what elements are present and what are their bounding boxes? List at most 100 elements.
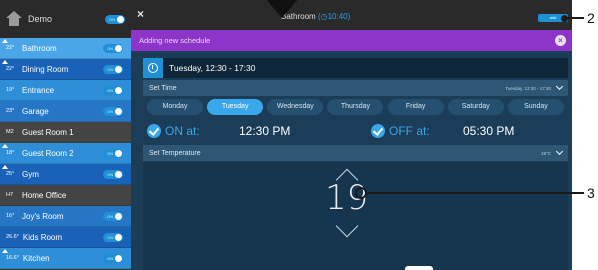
sidebar-room-item[interactable]: 16.6° Kitchen ON: [0, 248, 131, 269]
sidebar-room-item[interactable]: 19° Entrance ON: [0, 80, 131, 101]
trend-up-icon: [2, 165, 8, 169]
sidebar-room-item[interactable]: H7 Home Office: [0, 185, 131, 206]
banner-close-icon[interactable]: ×: [555, 35, 566, 46]
toggle-knob: [117, 15, 124, 23]
room-time: 10:40: [327, 12, 348, 21]
day-friday[interactable]: Friday: [387, 99, 444, 115]
schedule-summary[interactable]: Tuesday, 12:30 - 17:30: [143, 58, 568, 78]
temperature-picker: 19: [143, 162, 568, 270]
pointer-arrow-icon: [265, 0, 299, 18]
chevron-down-icon: [555, 147, 564, 156]
sidebar-room-item[interactable]: 22° Dining Room ON: [0, 59, 131, 80]
room-toggle[interactable]: ON: [103, 211, 123, 221]
room-name: Kids Room: [22, 232, 63, 242]
sidebar-room-item[interactable]: 25° Gym ON: [0, 164, 131, 185]
trend-up-icon: [2, 249, 8, 253]
toggle-knob: [115, 149, 122, 157]
room-toggle[interactable]: ON: [103, 232, 123, 242]
off-check-icon[interactable]: [371, 124, 385, 138]
set-time-header[interactable]: Set Time Tuesday, 12:30 - 17:30: [143, 80, 568, 96]
room-toggle[interactable]: ON: [103, 85, 123, 95]
room-toggle[interactable]: ON: [103, 106, 123, 116]
day-thursday[interactable]: Thursday: [327, 99, 384, 115]
off-label: OFF at:: [389, 124, 430, 138]
room-temp-badge: 19°: [6, 87, 15, 93]
scroll-handle[interactable]: [405, 266, 433, 270]
on-time[interactable]: 12:30 PM: [239, 124, 367, 138]
sidebar-room-item[interactable]: 26.6° Kids Room ON: [0, 227, 131, 248]
clock-icon-box: [143, 58, 163, 78]
toggle-label: ON: [107, 213, 113, 219]
toggle-label: ON: [107, 171, 113, 177]
room-name: Gym: [22, 169, 39, 179]
set-temperature-header[interactable]: Set Temperature 19°C: [143, 145, 568, 161]
room-temp-badge: 23°: [6, 108, 15, 114]
room-toggle[interactable]: ON: [103, 253, 123, 263]
room-sidebar: Demo ON 22° Bathroom ON 22° Dining Room ON 19°…: [0, 0, 131, 270]
toggle-label: ON: [107, 255, 113, 261]
room-name: Entrance: [22, 85, 55, 95]
home-icon: [6, 11, 22, 27]
master-toggle[interactable]: ON: [105, 14, 125, 24]
toggle-label: ON: [107, 234, 113, 240]
room-temp-badge: 22°: [6, 66, 15, 72]
room-name: Dining Room: [22, 64, 69, 74]
toggle-label: ON: [107, 108, 113, 114]
set-temperature-value: 19°C: [540, 150, 551, 156]
room-temp-badge: 26.6°: [6, 234, 19, 240]
day-sunday[interactable]: Sunday: [507, 99, 564, 115]
room-temp-badge: M2: [6, 129, 14, 135]
callout-3-line: [366, 192, 584, 194]
sidebar-room-item[interactable]: 16° Joy's Room ON: [0, 206, 131, 227]
sidebar-room-item[interactable]: 23° Garage ON: [0, 101, 131, 122]
day-selector: Monday Tuesday Wednesday Thursday Friday Satu…: [143, 99, 568, 117]
toggle-label: ON: [109, 16, 115, 22]
room-temp-badge: 25°: [6, 171, 15, 177]
day-wednesday[interactable]: Wednesday: [267, 99, 324, 115]
toggle-label: ON: [107, 150, 113, 156]
sidebar-room-item[interactable]: 18° Guest Room 2 ON: [0, 143, 131, 164]
sidebar-header[interactable]: Demo ON: [0, 0, 131, 38]
callout-2-line: [566, 17, 584, 19]
day-tuesday[interactable]: Tuesday: [207, 99, 264, 115]
room-name: Guest Room 2: [22, 148, 74, 158]
room-name: Guest Room 1: [22, 127, 74, 137]
day-saturday[interactable]: Saturday: [447, 99, 504, 115]
toggle-knob: [115, 170, 122, 178]
toggle-knob: [115, 212, 122, 220]
close-icon[interactable]: ×: [137, 8, 144, 20]
toggle-knob: [115, 233, 122, 241]
callout-3-number: 3: [587, 185, 595, 201]
day-monday[interactable]: Monday: [147, 99, 203, 115]
room-temp-badge: 16.6°: [6, 255, 19, 261]
trend-up-icon: [2, 39, 8, 43]
toggle-knob: [115, 44, 122, 52]
toggle-label: ON: [107, 66, 113, 72]
room-toggle[interactable]: ON: [103, 169, 123, 179]
temp-down-icon[interactable]: [335, 214, 359, 238]
room-name: Joy's Room: [22, 211, 64, 221]
new-schedule-banner: Adding new schedule ×: [131, 30, 572, 51]
room-toggle[interactable]: ON: [103, 43, 123, 53]
room-toggle[interactable]: ON: [103, 148, 123, 158]
callout-2-number: 2: [587, 10, 595, 26]
set-time-label: Set Time: [149, 84, 177, 92]
schedule-summary-text: Tuesday, 12:30 - 17:30: [169, 63, 256, 73]
on-check-icon[interactable]: [147, 124, 161, 138]
room-name: Garage: [22, 106, 49, 116]
sidebar-room-item[interactable]: 22° Bathroom ON: [0, 38, 131, 59]
sidebar-room-item[interactable]: M2 Guest Room 1: [0, 122, 131, 143]
set-time-value: Tuesday, 12:30 - 17:30: [505, 85, 551, 91]
on-off-times: ON at: 12:30 PM OFF at: 05:30 PM: [143, 122, 568, 140]
toggle-label: ON: [107, 87, 113, 93]
sidebar-title: Demo: [28, 14, 53, 24]
room-toggle[interactable]: ON: [103, 64, 123, 74]
schedule-panel: × Bathroom (◷10:40) add Adding new sched…: [131, 0, 572, 270]
room-clock: (◷10:40): [317, 12, 351, 21]
banner-text: Adding new schedule: [139, 36, 211, 45]
room-temp-badge: 18°: [6, 150, 15, 156]
trend-up-icon: [2, 60, 8, 64]
room-temp-badge: H7: [6, 192, 14, 198]
off-time[interactable]: 05:30 PM: [463, 124, 514, 138]
room-name: Bathroom: [22, 43, 57, 53]
